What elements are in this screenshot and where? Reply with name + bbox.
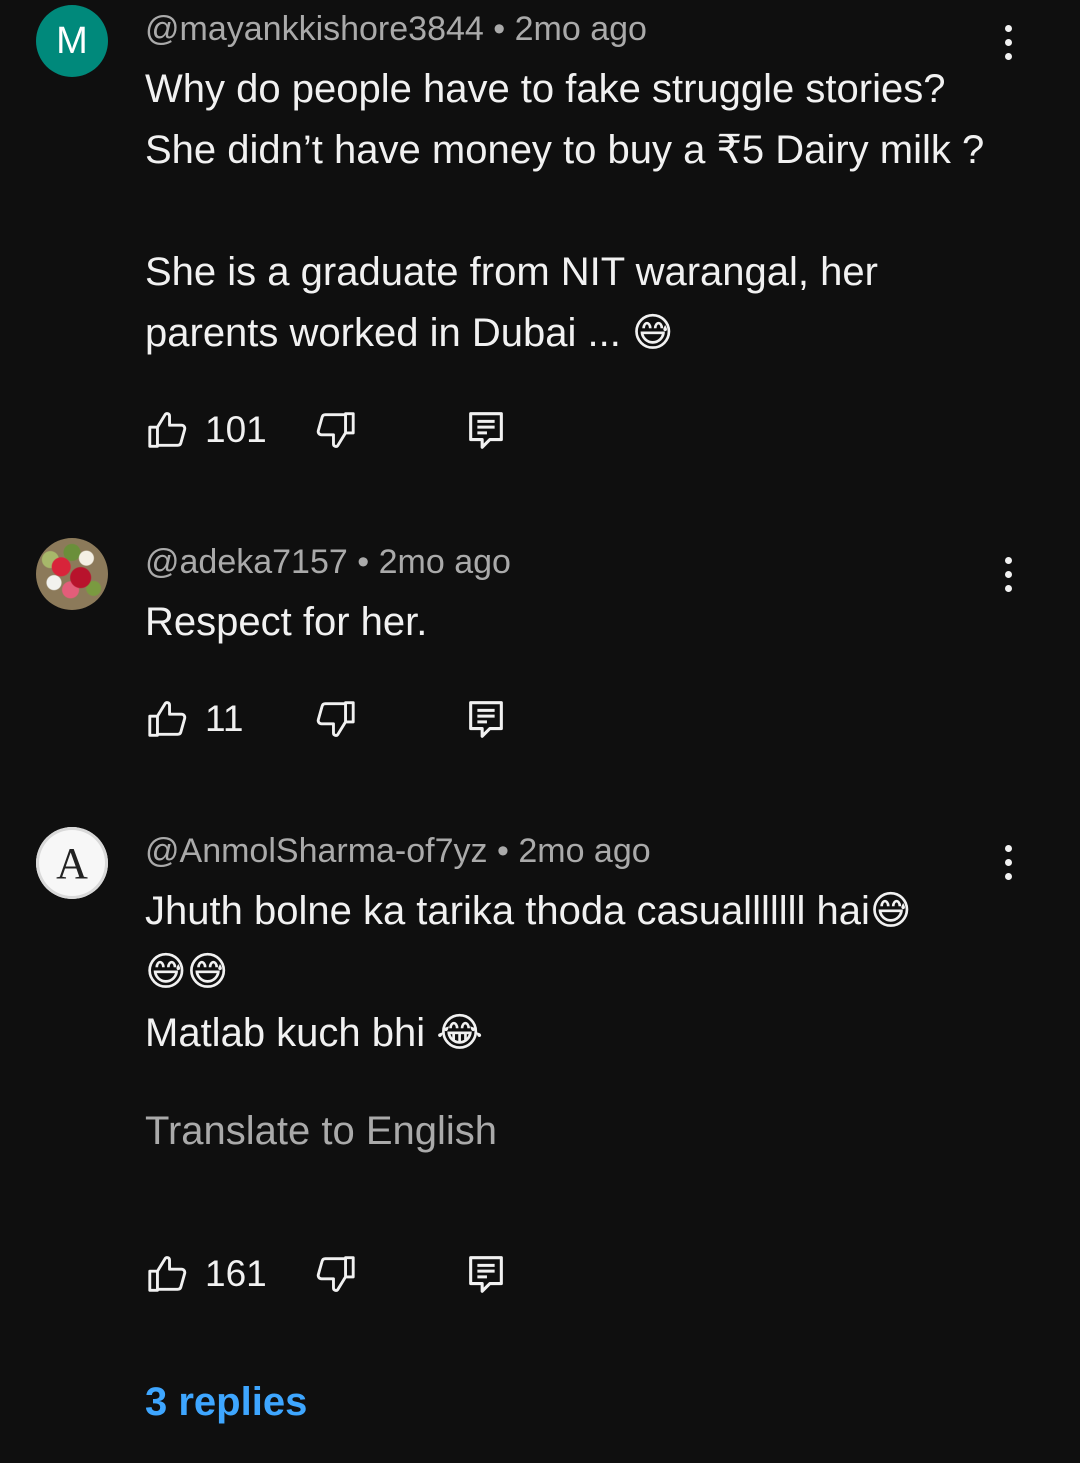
- more-vert-icon[interactable]: [990, 838, 1026, 886]
- separator-dot: •: [493, 10, 506, 48]
- comment-actions: 161: [145, 1251, 545, 1299]
- separator-dot: •: [357, 543, 370, 581]
- dislike-icon[interactable]: [312, 1251, 358, 1297]
- timestamp[interactable]: 2mo ago: [515, 10, 647, 48]
- translate-link[interactable]: Translate to English: [145, 1109, 497, 1154]
- reply-icon[interactable]: [463, 1251, 509, 1297]
- reply-icon[interactable]: [463, 696, 509, 742]
- timestamp[interactable]: 2mo ago: [379, 543, 511, 581]
- comment-meta: @adeka7157 • 2mo ago: [145, 543, 511, 582]
- like-count: 101: [205, 409, 267, 450]
- avatar-letter: A: [56, 838, 88, 888]
- reply-icon[interactable]: [463, 407, 509, 453]
- dislike-icon[interactable]: [312, 696, 358, 742]
- avatar[interactable]: A: [36, 827, 108, 899]
- like-count: 161: [205, 1253, 267, 1294]
- comment-text: Respect for her.: [145, 600, 428, 644]
- comment-text: Why do people have to fake struggle stor…: [145, 67, 985, 355]
- comment-meta: @AnmolSharma-of7yz • 2mo ago: [145, 832, 651, 871]
- timestamp[interactable]: 2mo ago: [518, 832, 650, 870]
- author-handle[interactable]: @mayankkishore3844: [145, 10, 484, 48]
- avatar[interactable]: [36, 538, 108, 610]
- like-icon[interactable]: [145, 407, 191, 453]
- author-handle[interactable]: @AnmolSharma-of7yz: [145, 832, 488, 870]
- dislike-icon[interactable]: [312, 407, 358, 453]
- like-count: 11: [205, 698, 244, 739]
- comment-text: Jhuth bolne ka tarika thoda casualllllll…: [145, 889, 912, 1055]
- like-icon[interactable]: [145, 1251, 191, 1297]
- more-vert-icon[interactable]: [990, 550, 1026, 598]
- author-handle[interactable]: @adeka7157: [145, 543, 348, 581]
- view-replies-button[interactable]: 3 replies: [145, 1380, 307, 1425]
- avatar[interactable]: M: [36, 5, 108, 77]
- avatar-letter: M: [56, 19, 88, 62]
- separator-dot: •: [496, 832, 509, 870]
- comment-actions: 11: [145, 696, 545, 744]
- comment-meta: @mayankkishore3844 • 2mo ago: [145, 10, 647, 49]
- comment-actions: 101: [145, 407, 545, 455]
- like-icon[interactable]: [145, 696, 191, 742]
